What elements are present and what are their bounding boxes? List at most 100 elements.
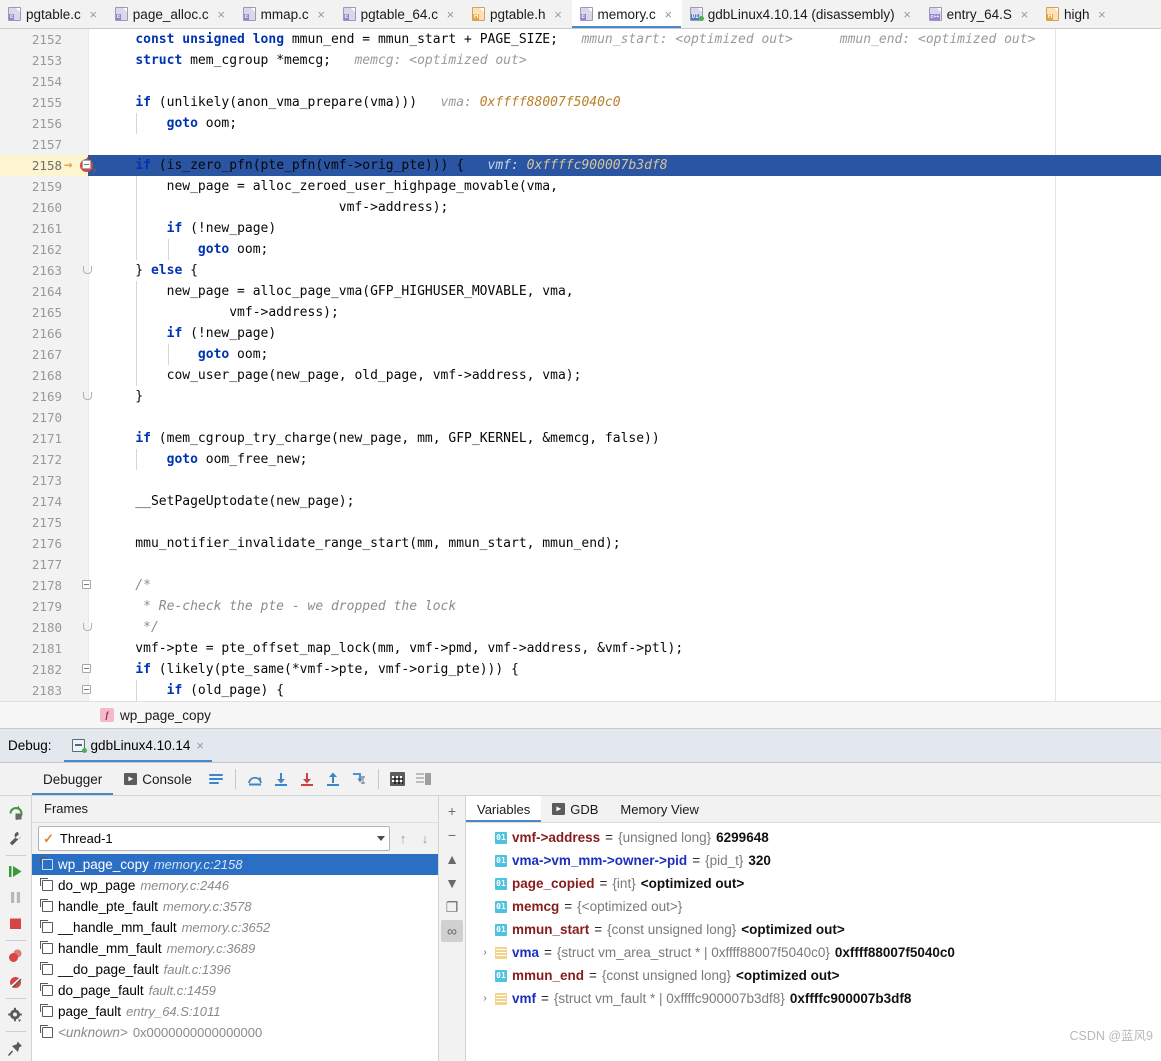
variable-row[interactable]: ›01vma->vm_mm->owner->pid={pid_t}320: [466, 849, 1161, 872]
editor-tab-pgtable-h[interactable]: Hpgtable.h ×: [463, 0, 572, 28]
run-to-cursor-icon[interactable]: [346, 766, 372, 792]
close-icon[interactable]: ×: [445, 7, 456, 22]
tab-debugger[interactable]: Debugger: [32, 763, 113, 795]
editor-tab-pgtable-c[interactable]: c pgtable.c ×: [0, 0, 107, 28]
code-line[interactable]: 2182 if (likely(pte_same(*vmf->pte, vmf-…: [0, 659, 1161, 680]
code-line[interactable]: 2154: [0, 71, 1161, 92]
code-line[interactable]: 2169 }: [0, 386, 1161, 407]
code-line[interactable]: 2180 */: [0, 617, 1161, 638]
tab-console[interactable]: ▶ Console: [113, 763, 203, 795]
frame-row[interactable]: handle_mm_fault memory.c:3689: [32, 938, 438, 959]
rerun-icon[interactable]: [2, 800, 30, 826]
close-icon[interactable]: ×: [1096, 7, 1107, 22]
code-line[interactable]: 2170: [0, 407, 1161, 428]
frame-list[interactable]: wp_page_copy memory.c:2158 do_wp_page memor…: [32, 854, 438, 1061]
frame-row[interactable]: wp_page_copy memory.c:2158: [32, 854, 438, 875]
code-line[interactable]: 2176 mmu_notifier_invalidate_range_start…: [0, 533, 1161, 554]
watches-icon[interactable]: ∞: [441, 920, 463, 942]
fold-end-icon[interactable]: [82, 265, 93, 276]
close-icon[interactable]: ×: [902, 7, 913, 22]
editor-tab-page-alloc-c[interactable]: c page_alloc.c ×: [106, 0, 235, 28]
move-up-icon[interactable]: ▲: [441, 848, 463, 870]
frame-row[interactable]: handle_pte_fault memory.c:3578: [32, 896, 438, 917]
editor-tab-mmap-c[interactable]: c mmap.c ×: [234, 0, 335, 28]
frame-row[interactable]: do_wp_page memory.c:2446: [32, 875, 438, 896]
code-line[interactable]: 2167 goto oom;: [0, 344, 1161, 365]
tab-gdb[interactable]: ▶ GDB: [541, 796, 609, 822]
remove-watch-icon[interactable]: −: [441, 824, 463, 846]
code-line[interactable]: 2160 vmf->address);: [0, 197, 1161, 218]
step-out-icon[interactable]: [320, 766, 346, 792]
thread-dropdown[interactable]: ✓ Thread-1: [38, 826, 390, 851]
expand-arrow-icon[interactable]: ›: [480, 941, 490, 964]
code-line[interactable]: 2177: [0, 554, 1161, 575]
code-line[interactable]: 2155 if (unlikely(anon_vma_prepare(vma))…: [0, 92, 1161, 113]
step-into-icon[interactable]: [268, 766, 294, 792]
variable-row[interactable]: ›01memcg={<optimized out>}: [466, 895, 1161, 918]
code-line[interactable]: 2171 if (mem_cgroup_try_charge(new_page,…: [0, 428, 1161, 449]
edit-configurations-icon[interactable]: [2, 826, 30, 852]
close-icon[interactable]: ×: [553, 7, 564, 22]
editor-tab-gdblinux4-10-14-disassembly-[interactable]: 01 gdbLinux4.10.14 (disassembly) ×: [681, 0, 921, 28]
code-line[interactable]: 2168 cow_user_page(new_page, old_page, v…: [0, 365, 1161, 386]
stop-icon[interactable]: [2, 911, 30, 937]
variable-row[interactable]: ›01page_copied={int}<optimized out>: [466, 872, 1161, 895]
fold-collapse-icon[interactable]: [82, 685, 93, 696]
show-values-inline-icon[interactable]: [411, 766, 437, 792]
frame-row[interactable]: page_fault entry_64.S:1011: [32, 1001, 438, 1022]
close-icon[interactable]: ×: [663, 7, 674, 22]
resume-program-icon[interactable]: [2, 859, 30, 885]
code-line[interactable]: 2175: [0, 512, 1161, 533]
frame-row[interactable]: do_page_fault fault.c:1459: [32, 980, 438, 1001]
editor-tab-memory-c[interactable]: c memory.c ×: [571, 0, 682, 28]
close-icon[interactable]: ×: [216, 7, 227, 22]
variable-row[interactable]: ›01vmf->address={unsigned long}6299648: [466, 826, 1161, 849]
code-line[interactable]: 2162 goto oom;: [0, 239, 1161, 260]
variable-row[interactable]: › vmf = {struct vm_fault * | 0xffffc900007b…: [466, 987, 1161, 1010]
breadcrumb[interactable]: f wp_page_copy: [0, 701, 1161, 729]
variable-row[interactable]: ›01mmun_end={const unsigned long}<optimi…: [466, 964, 1161, 987]
variable-row[interactable]: › vma = {struct vm_area_struct * | 0xffff88…: [466, 941, 1161, 964]
code-line[interactable]: 2153 struct mem_cgroup *memcg; memcg: <o…: [0, 50, 1161, 71]
step-over-icon[interactable]: [242, 766, 268, 792]
code-line[interactable]: 2165 vmf->address);: [0, 302, 1161, 323]
code-line[interactable]: 2183 if (old_page) {: [0, 680, 1161, 701]
code-line[interactable]: 2156 goto oom;: [0, 113, 1161, 134]
expand-arrow-icon[interactable]: ›: [480, 987, 490, 1010]
fold-collapse-icon[interactable]: [82, 664, 93, 675]
frame-row[interactable]: __handle_mm_fault memory.c:3652: [32, 917, 438, 938]
chevron-down-icon[interactable]: [377, 836, 385, 841]
frame-row[interactable]: __do_page_fault fault.c:1396: [32, 959, 438, 980]
code-line[interactable]: 2152 const unsigned long mmun_end = mmun…: [0, 29, 1161, 50]
fold-collapse-icon[interactable]: [82, 580, 93, 591]
code-line[interactable]: 2158→ if (is_zero_pfn(pte_pfn(vmf->orig_…: [0, 155, 1161, 183]
code-lines[interactable]: 2152 const unsigned long mmun_end = mmun…: [0, 29, 1161, 701]
tab-variables[interactable]: Variables: [466, 796, 542, 822]
layout-settings-icon[interactable]: [203, 766, 229, 792]
pause-program-icon[interactable]: [2, 885, 30, 911]
settings-icon[interactable]: [2, 1002, 30, 1028]
force-step-into-icon[interactable]: [294, 766, 320, 792]
code-line[interactable]: 2157: [0, 134, 1161, 155]
code-line[interactable]: 2163 } else {: [0, 260, 1161, 281]
fold-collapse-icon[interactable]: [82, 160, 93, 171]
frame-row[interactable]: <unknown> 0x0000000000000000: [32, 1022, 438, 1043]
tab-memory-view[interactable]: Memory View: [609, 796, 710, 822]
code-line[interactable]: 2179 * Re-check the pte - we dropped the…: [0, 596, 1161, 617]
breadcrumb-function-label[interactable]: wp_page_copy: [120, 708, 211, 723]
code-line[interactable]: 2174 __SetPageUptodate(new_page);: [0, 491, 1161, 512]
evaluate-expression-icon[interactable]: [385, 766, 411, 792]
editor-tab-pgtable-64-c[interactable]: c pgtable_64.c ×: [334, 0, 464, 28]
frame-up-button[interactable]: ↑: [394, 831, 412, 846]
code-line[interactable]: 2164 new_page = alloc_page_vma(GFP_HIGHU…: [0, 281, 1161, 302]
pin-tab-icon[interactable]: [2, 1035, 30, 1061]
code-line[interactable]: 2166 if (!new_page): [0, 323, 1161, 344]
code-line[interactable]: 2181 vmf->pte = pte_offset_map_lock(mm, …: [0, 638, 1161, 659]
code-line[interactable]: 2161 if (!new_page): [0, 218, 1161, 239]
code-line[interactable]: 2159 new_page = alloc_zeroed_user_highpa…: [0, 176, 1161, 197]
fold-end-icon[interactable]: [82, 391, 93, 402]
code-editor[interactable]: 2152 const unsigned long mmun_end = mmun…: [0, 29, 1161, 701]
editor-tab-entry-64-s[interactable]: c++ entry_64.S ×: [920, 0, 1038, 28]
variable-row[interactable]: ›01mmun_start={const unsigned long}<opti…: [466, 918, 1161, 941]
variables-list[interactable]: › 01 vmf->address = {unsigned long} 6299648 › 0…: [466, 823, 1161, 1061]
